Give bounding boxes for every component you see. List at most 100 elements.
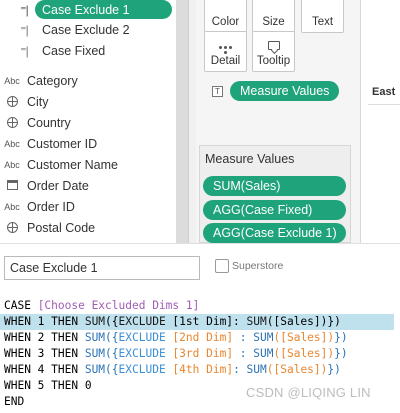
field-label: Category [27, 74, 78, 88]
field-label: Case Fixed [42, 44, 106, 58]
code-token: [1st Dim]: [165, 315, 247, 328]
field-case-exclude-2[interactable]: ⁼| Case Exclude 2 [0, 20, 176, 40]
datasource-icon [215, 259, 229, 273]
code-token: WHEN 3 THEN [4, 347, 85, 360]
measure-values-text-pill[interactable]: Measure Values [230, 81, 339, 101]
data-pane: ⁼| Case Exclude 1 ⁼| Case Exclude 2 ⁼| C… [0, 0, 176, 243]
field-category[interactable]: Abc Category [0, 71, 176, 91]
measure-pill-sum-sales[interactable]: SUM(Sales) [203, 176, 346, 196]
field-city[interactable]: City [0, 92, 176, 112]
column-header: East [372, 86, 396, 98]
field-label: Customer Name [27, 158, 118, 172]
code-token: [4th Dim] [172, 363, 234, 376]
code-token: ([Sales]) [266, 315, 328, 328]
code-token: SUM [84, 347, 106, 360]
view-area[interactable] [360, 0, 400, 243]
code-token: }) [334, 347, 348, 360]
tooltip-label: Tooltip [256, 55, 291, 67]
field-order-id[interactable]: Abc Order ID [0, 197, 176, 217]
code-token: EXCLUDE [118, 363, 166, 376]
code-token: ([Sales]) [273, 331, 335, 344]
field-customer-id[interactable]: Abc Customer ID [0, 134, 176, 154]
field-order-date[interactable]: Order Date [0, 176, 176, 196]
code-token: [Choose Excluded Dims 1] [37, 299, 200, 312]
code-line: WHEN 2 THEN SUM({EXCLUDE [2nd Dim] : SUM… [0, 330, 400, 346]
measure-values-title: Measure Values [205, 152, 295, 166]
field-label: Case Exclude 1 [42, 3, 130, 17]
code-token: EXCLUDE [118, 315, 166, 328]
field-label: Order ID [27, 200, 75, 214]
code-token: EXCLUDE [118, 347, 166, 360]
detail-button[interactable]: Detail [204, 31, 247, 72]
calculated-field-icon: ⁼| [20, 44, 28, 58]
code-token: SUM [84, 331, 106, 344]
code-token: EXCLUDE [118, 331, 166, 344]
string-type-icon: Abc [4, 76, 20, 86]
code-line-highlighted: WHEN 1 THEN SUM({EXCLUDE [1st Dim]: SUM(… [0, 314, 394, 330]
measure-pill-case-exclude-1[interactable]: AGG(Case Exclude 1) [203, 223, 346, 243]
color-button[interactable]: Color [204, 0, 247, 33]
size-button[interactable]: Size [252, 0, 295, 33]
code-line: WHEN 4 THEN SUM({EXCLUDE [4th Dim]: SUM(… [0, 362, 400, 378]
code-token: ({ [105, 363, 119, 376]
code-token: }) [334, 331, 348, 344]
string-type-icon: Abc [4, 160, 20, 170]
code-token: [3rd Dim] [172, 347, 234, 360]
code-line: CASE [Choose Excluded Dims 1] [0, 298, 400, 314]
calculated-field-icon: ⁼| [20, 3, 28, 17]
globe-icon [2, 221, 22, 235]
measure-pill-case-fixed[interactable]: AGG(Case Fixed) [203, 200, 346, 220]
string-type-icon: Abc [4, 202, 20, 212]
pill-label: AGG(Case Fixed) [213, 203, 313, 217]
pill-label: SUM(Sales) [213, 179, 281, 193]
calendar-icon [2, 180, 22, 192]
field-customer-name[interactable]: Abc Customer Name [0, 155, 176, 175]
code-token: WHEN 4 THEN [4, 363, 85, 376]
calc-name-input[interactable]: Case Exclude 1 [4, 256, 200, 280]
code-token: WHEN 1 THEN [4, 315, 85, 328]
code-token: ({ [105, 315, 119, 328]
code-token: SUM [84, 315, 106, 328]
data-pane-scrollbar[interactable] [176, 0, 188, 243]
text-label: Text [311, 16, 334, 28]
code-token: CASE [4, 299, 38, 312]
field-case-fixed[interactable]: ⁼| Case Fixed [0, 41, 176, 61]
size-label: Size [262, 16, 285, 28]
code-token: }) [327, 363, 341, 376]
header-divider [368, 104, 400, 105]
code-token: : [233, 347, 254, 360]
pill-label: Measure Values [240, 84, 330, 98]
code-token: END [4, 395, 25, 408]
code-token: }) [327, 315, 341, 328]
field-label: Order Date [27, 179, 89, 193]
code-token: WHEN 2 THEN [4, 331, 85, 344]
code-token: SUM [253, 331, 274, 344]
globe-icon [2, 116, 22, 130]
field-country[interactable]: Country [0, 113, 176, 133]
field-case-exclude-1[interactable]: ⁼| Case Exclude 1 [0, 0, 176, 20]
field-postal-code[interactable]: Postal Code [0, 218, 176, 238]
field-label: Case Exclude 2 [42, 23, 130, 37]
text-marker-icon: T [212, 86, 223, 97]
field-label: City [27, 95, 49, 109]
code-token: : [233, 331, 254, 344]
code-line: WHEN 3 THEN SUM({EXCLUDE [3rd Dim] : SUM… [0, 346, 400, 362]
watermark: CSDN @LIQING LIN [246, 385, 371, 400]
code-token: ({ [105, 347, 119, 360]
code-token: ([Sales]) [273, 347, 335, 360]
text-button[interactable]: Text [301, 0, 344, 33]
globe-icon [2, 95, 22, 109]
detail-label: Detail [210, 55, 241, 67]
field-label: Postal Code [27, 221, 96, 235]
code-token: SUM [246, 363, 267, 376]
field-label: Country [27, 116, 71, 130]
code-token: SUM [246, 315, 267, 328]
string-type-icon: Abc [4, 139, 20, 149]
detail-icon [205, 38, 246, 54]
code-token: : [233, 363, 247, 376]
tooltip-button[interactable]: Tooltip [252, 31, 295, 72]
field-label: Customer ID [27, 137, 98, 151]
datasource-label: Superstore [232, 260, 284, 272]
code-token: [2nd Dim] [172, 331, 234, 344]
pane-divider[interactable] [188, 0, 196, 243]
